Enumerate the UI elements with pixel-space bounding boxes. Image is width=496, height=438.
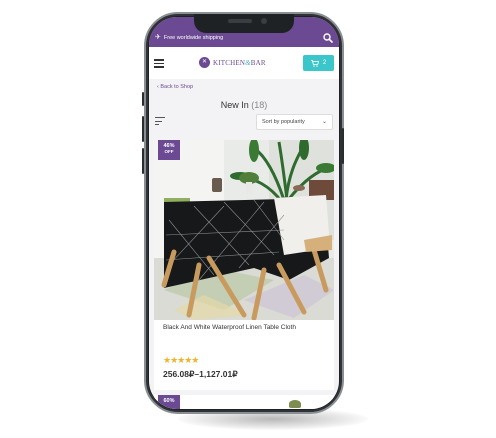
cart-icon [310, 59, 319, 67]
site-logo[interactable]: ✕ KITCHEN&BAR [199, 57, 266, 68]
phone-screen: ✈ Free worldwide shipping ✕ KITCHEN&BAR … [149, 17, 339, 409]
badge-percent: 60% [163, 398, 175, 404]
site-header: ✕ KITCHEN&BAR 2 [149, 47, 339, 79]
logo-word-bar: BAR [250, 58, 266, 67]
discount-badge: 46% OFF [158, 140, 180, 160]
page-title: New In (18) [149, 100, 339, 110]
phone-volume-up [142, 116, 144, 142]
plane-icon: ✈ [155, 34, 161, 41]
back-label: Back to Shop [160, 84, 194, 90]
product-card[interactable]: 46% OFF Black And White Waterproof Linen… [154, 140, 334, 390]
speaker-grille [228, 19, 252, 23]
cart-count: 2 [322, 60, 327, 66]
search-icon[interactable] [323, 33, 333, 43]
phone-power-button [342, 128, 344, 164]
back-to-shop-link[interactable]: ‹ Back to Shop [157, 84, 193, 90]
phone-notch [194, 14, 294, 33]
phone-volume-down [142, 148, 144, 174]
phone-side-button [142, 92, 144, 106]
product-count: (18) [251, 100, 268, 110]
title-text: New In [220, 100, 249, 110]
cart-button[interactable]: 2 [303, 55, 334, 71]
sort-label: Sort by popularity [262, 119, 305, 125]
sort-select[interactable]: Sort by popularity ⌄ [256, 114, 333, 130]
product-price: 256.08₽–1,127.01₽ [163, 369, 238, 379]
hamburger-icon[interactable] [154, 59, 164, 68]
product-image[interactable] [289, 400, 301, 408]
product-card[interactable]: 60% [154, 395, 334, 409]
badge-off: OFF [164, 149, 174, 154]
chevron-down-icon: ⌄ [321, 119, 327, 125]
filter-icon[interactable] [155, 117, 165, 126]
logo-word-kitchen: KITCHEN [213, 58, 246, 67]
product-name[interactable]: Black And White Waterproof Linen Table C… [163, 324, 296, 331]
shipping-notice: ✈ Free worldwide shipping [155, 34, 224, 41]
front-camera [261, 18, 267, 24]
fork-knife-icon: ✕ [199, 57, 210, 68]
shipping-text: Free worldwide shipping [163, 35, 224, 41]
discount-badge: 60% [158, 395, 180, 409]
star-rating: ★★★★★ [163, 355, 199, 365]
product-image[interactable] [154, 140, 334, 320]
